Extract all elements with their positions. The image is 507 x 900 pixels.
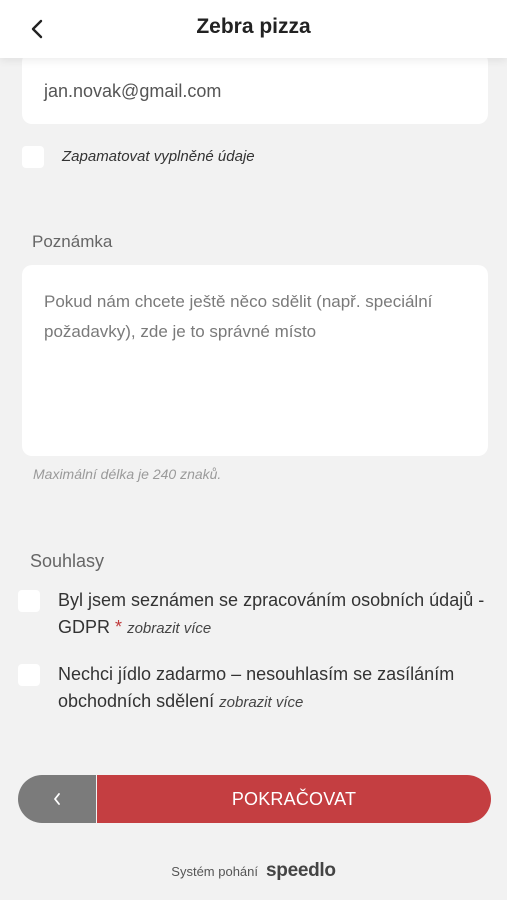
email-field[interactable]: jan.novak@gmail.com xyxy=(22,52,488,124)
remember-label: Zapamatovat vyplněné údaje xyxy=(62,148,255,165)
powered-by-text: Systém pohání xyxy=(171,863,258,879)
note-label: Poznámka xyxy=(32,232,113,251)
speedlo-logo[interactable]: speedlo xyxy=(266,860,336,882)
remember-checkbox[interactable] xyxy=(22,146,44,168)
gdpr-consent-text: Byl jsem seznámen se zpracováním osobníc… xyxy=(58,587,498,642)
consents-heading: Souhlasy xyxy=(30,551,105,571)
marketing-more-link[interactable]: zobrazit více xyxy=(219,694,303,711)
page-title: Zebra pizza xyxy=(196,15,311,38)
gdpr-consent-label: Byl jsem seznámen se zpracováním osobníc… xyxy=(58,590,485,637)
previous-button[interactable] xyxy=(18,775,96,823)
chevron-left-icon xyxy=(54,793,60,805)
marketing-checkbox[interactable] xyxy=(18,664,40,686)
gdpr-more-link[interactable]: zobrazit více xyxy=(127,620,211,637)
note-hint: Maximální délka je 240 znaků. xyxy=(33,466,222,482)
app-header: Zebra pizza xyxy=(0,0,507,58)
marketing-consent-text: Nechci jídlo zadarmo – nesouhlasím se za… xyxy=(58,661,498,716)
note-placeholder: Pokud nám chcete ještě něco sdělit (např… xyxy=(44,292,433,341)
note-textarea[interactable]: Pokud nám chcete ještě něco sdělit (např… xyxy=(22,265,488,456)
continue-button[interactable]: POKRAČOVAT xyxy=(97,775,491,823)
powered-by: Systém pohání speedlo xyxy=(0,860,507,882)
email-value: jan.novak@gmail.com xyxy=(44,81,222,101)
required-mark: * xyxy=(115,617,123,637)
gdpr-checkbox[interactable] xyxy=(18,590,40,612)
